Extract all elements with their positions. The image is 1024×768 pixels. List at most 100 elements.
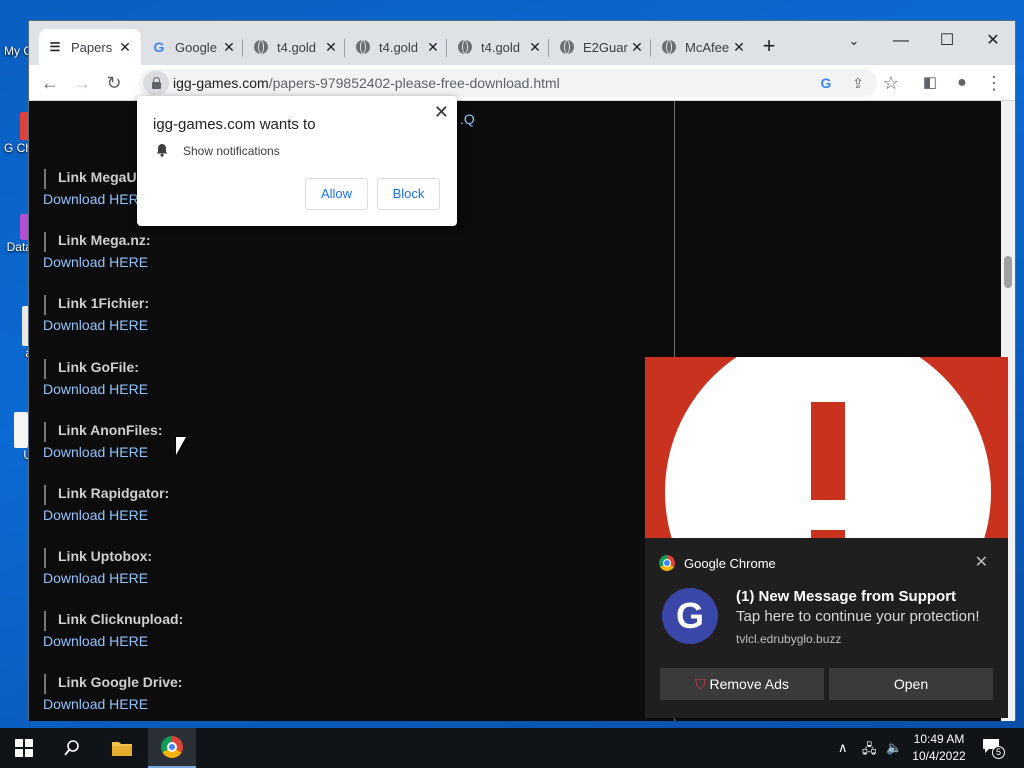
download-link[interactable]: Download HERE — [43, 442, 162, 462]
open-button[interactable]: Open — [829, 668, 993, 700]
tab-title: Google — [175, 39, 217, 55]
tab-t4gold-1[interactable]: t4.gold ✕ — [245, 29, 347, 65]
side-panel-icon[interactable]: ◧ — [916, 69, 944, 97]
close-tab-icon[interactable]: ✕ — [323, 39, 339, 56]
volume-icon[interactable]: 🔈 — [886, 740, 902, 756]
tab-title: E2Guar — [583, 39, 628, 55]
permission-request-text: Show notifications — [183, 144, 280, 158]
start-button[interactable] — [0, 728, 48, 768]
tab-title: t4.gold — [481, 39, 521, 55]
link-title: Link MegaUp — [44, 169, 148, 189]
url-host: igg-games.com — [173, 75, 269, 91]
show-hidden-icons-icon[interactable]: ∧ — [838, 740, 848, 756]
close-tab-icon[interactable]: ✕ — [731, 39, 747, 56]
download-link[interactable]: Download HERE — [43, 694, 182, 714]
google-icon: G — [153, 39, 165, 55]
tab-t4gold-2[interactable]: t4.gold ✕ — [347, 29, 449, 65]
notification-headline: (1) New Message from Support — [736, 588, 957, 605]
profile-avatar-icon[interactable]: ● — [948, 69, 976, 97]
notification-count-badge: 5 — [992, 746, 1005, 759]
link-title: Link Rapidgator: — [44, 485, 169, 505]
notification-body: Tap here to continue your protection! — [736, 608, 980, 625]
notification-avatar: G — [662, 588, 718, 644]
forward-button[interactable]: → — [68, 69, 96, 97]
tab-papers[interactable]: ☰ Papers ✕ — [39, 29, 141, 65]
maximize-button[interactable]: ☐ — [924, 27, 970, 55]
tab-separator — [242, 39, 243, 57]
notification-banner-image[interactable] — [645, 357, 1008, 538]
tab-separator — [548, 39, 549, 57]
chrome-icon — [161, 736, 183, 758]
menu-dots-icon[interactable]: ⋮ — [980, 69, 1008, 97]
tab-separator — [446, 39, 447, 57]
chrome-taskbar-button[interactable] — [148, 728, 196, 768]
minimize-button[interactable]: — — [878, 27, 924, 55]
download-link[interactable]: Download HERE — [43, 568, 152, 588]
tab-separator — [650, 39, 651, 57]
system-clock[interactable]: 10:49 AM 10/4/2022 — [902, 731, 976, 765]
url-text[interactable]: igg-games.com/papers-979852402-please-fr… — [173, 75, 560, 91]
link-block: Link Google Drive: Download HERE — [43, 674, 182, 714]
notification-domain: tvlcl.edrubyglo.buzz — [736, 632, 842, 646]
globe-icon — [559, 39, 575, 55]
scrollbar-thumb[interactable] — [1004, 256, 1012, 288]
download-link[interactable]: Download HERE — [43, 505, 169, 525]
close-window-button[interactable]: ✕ — [970, 27, 1016, 55]
tab-strip: ☰ Papers ✕ G Google ✕ t4.gold ✕ t4.gold … — [29, 21, 1015, 65]
download-link[interactable]: Download HERE — [43, 252, 151, 272]
reload-button[interactable]: ↻ — [100, 69, 128, 97]
action-center-button[interactable]: 5 — [982, 738, 1005, 759]
download-link[interactable]: Download HERE — [43, 631, 183, 651]
close-tab-icon[interactable]: ✕ — [527, 39, 543, 56]
new-tab-button[interactable]: + — [757, 35, 781, 59]
tab-e2guardian[interactable]: E2Guar ✕ — [551, 29, 653, 65]
tab-separator — [344, 39, 345, 57]
tab-mcafee[interactable]: McAfee ✕ — [653, 29, 755, 65]
download-link[interactable]: Download HERE — [43, 379, 148, 399]
shield-icon: ⛉ — [695, 676, 706, 692]
link-title: Link Uptobox: — [44, 548, 152, 568]
url-path: /papers-979852402-please-free-download.h… — [268, 75, 560, 91]
tab-title: Papers — [71, 39, 113, 55]
page-icon: ☰ — [49, 40, 61, 54]
allow-button[interactable]: Allow — [305, 178, 368, 210]
link-block: Link MegaUp Download HERE — [43, 169, 148, 209]
link-block: Link Clicknupload: Download HERE — [43, 611, 183, 651]
download-link[interactable]: Download HERE — [43, 189, 148, 209]
download-link[interactable]: Download HERE — [43, 315, 149, 335]
close-icon[interactable]: ✕ — [434, 102, 449, 123]
block-button[interactable]: Block — [377, 178, 440, 210]
close-tab-icon[interactable]: ✕ — [425, 39, 441, 56]
close-icon[interactable]: ✕ — [975, 552, 988, 572]
link-block: Link Rapidgator: Download HERE — [43, 485, 169, 525]
toast-notification[interactable]: Google Chrome ✕ G (1) New Message from S… — [645, 538, 1008, 718]
notification-permission-prompt: igg-games.com wants to ✕ Show notificati… — [137, 96, 457, 226]
close-tab-icon[interactable]: ✕ — [221, 39, 237, 56]
link-block: Link Uptobox: Download HERE — [43, 548, 152, 588]
link-title: Link Clicknupload: — [44, 611, 183, 631]
link-title: Link Google Drive: — [44, 674, 182, 694]
bookmark-star-icon[interactable]: ☆ — [877, 69, 905, 97]
file-explorer-button[interactable] — [98, 728, 146, 768]
lock-icon[interactable] — [143, 71, 169, 95]
tab-google[interactable]: G Google ✕ — [143, 29, 245, 65]
address-bar[interactable]: igg-games.com/papers-979852402-please-fr… — [139, 69, 877, 97]
remove-ads-label: Remove Ads — [709, 676, 789, 692]
google-lens-icon[interactable]: G — [815, 73, 837, 93]
remove-ads-button[interactable]: ⛉ Remove Ads — [660, 668, 824, 700]
close-tab-icon[interactable]: ✕ — [629, 39, 645, 56]
back-button[interactable]: ← — [36, 69, 64, 97]
tab-title: McAfee — [685, 39, 730, 55]
tab-search-button[interactable]: ⌄ — [831, 27, 877, 55]
mouse-cursor — [176, 437, 186, 455]
share-icon[interactable]: ⇪ — [847, 73, 869, 93]
link-block: Link 1Fichier: Download HERE — [43, 295, 149, 335]
network-icon[interactable]: 🖧 — [862, 740, 877, 762]
notification-source: Google Chrome — [684, 556, 776, 571]
link-block: Link AnonFiles: Download HERE — [43, 422, 162, 462]
search-button[interactable] — [48, 728, 96, 768]
permission-title: igg-games.com wants to — [153, 116, 316, 133]
close-tab-icon[interactable]: ✕ — [117, 39, 133, 56]
exclamation-dot — [811, 530, 845, 538]
tab-t4gold-3[interactable]: t4.gold ✕ — [449, 29, 551, 65]
